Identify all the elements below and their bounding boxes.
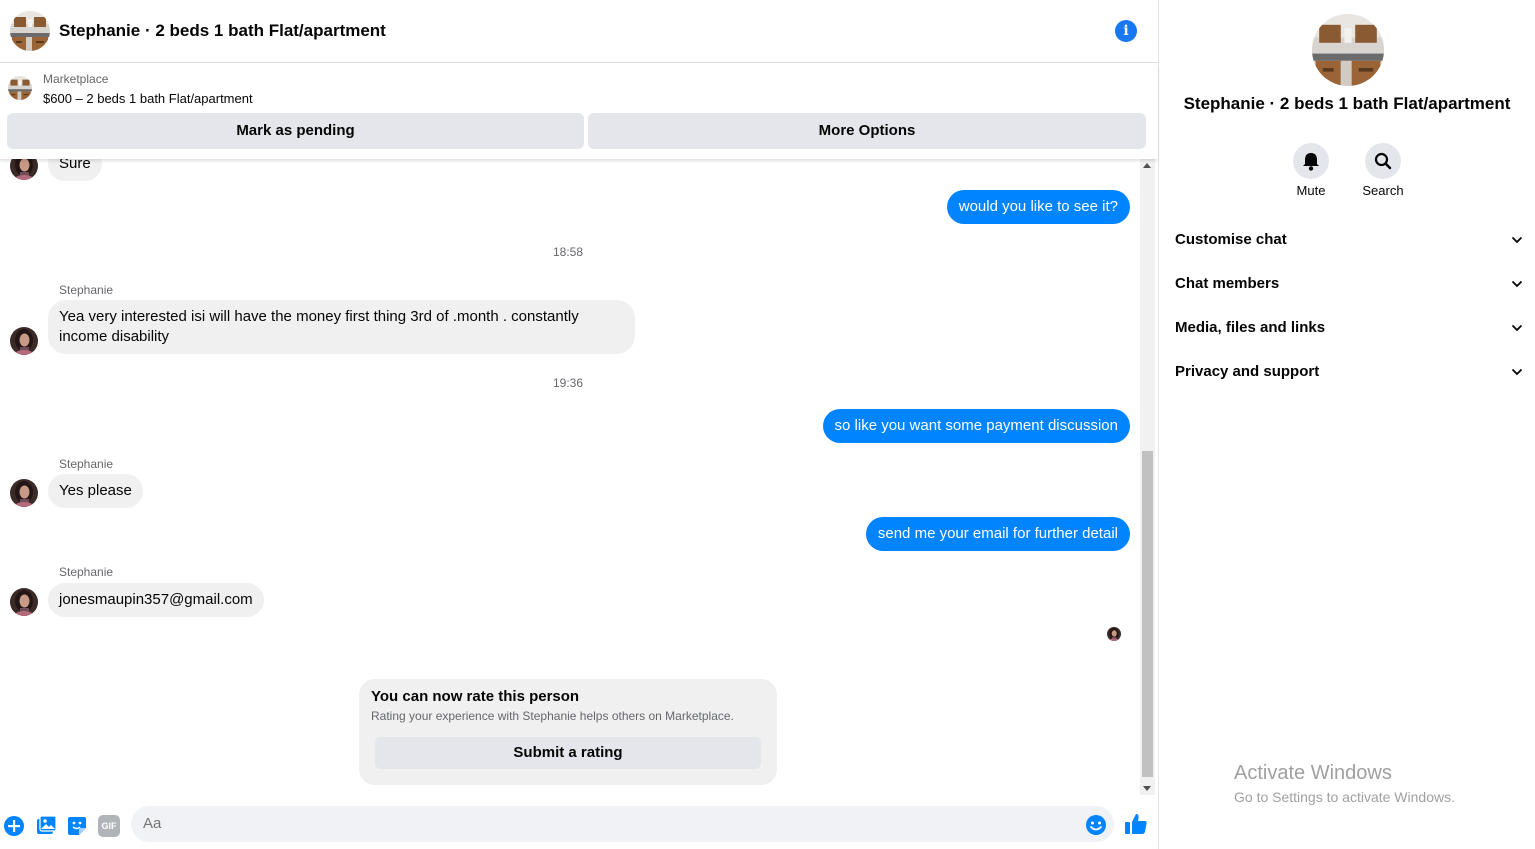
outgoing-message[interactable]: send me your email for further detail xyxy=(865,517,1130,551)
chat-pane: Stephanie · 2 beds 1 bath Flat/apartment… xyxy=(0,0,1159,849)
photo-icon[interactable] xyxy=(35,815,57,837)
listing-thumbnail-image xyxy=(8,76,32,100)
sender-avatar[interactable] xyxy=(10,327,38,355)
listing-thumbnail[interactable] xyxy=(8,76,32,100)
sender-name: Stephanie xyxy=(59,565,114,579)
profile-photo-image xyxy=(10,159,38,180)
outgoing-message[interactable]: would you like to see it? xyxy=(946,190,1130,224)
listing-category: Marketplace xyxy=(43,72,109,86)
panel-avatar[interactable] xyxy=(1312,14,1384,86)
windows-activation-watermark: Activate Windows Go to Settings to activ… xyxy=(1234,762,1455,805)
panel-title: Stephanie · 2 beds 1 bath Flat/apartment xyxy=(1183,94,1511,113)
conversation-avatar[interactable] xyxy=(10,11,50,51)
gif-icon[interactable]: GIF xyxy=(98,815,120,837)
bell-icon xyxy=(1303,153,1319,171)
sender-name: Stephanie xyxy=(59,283,114,297)
rating-card-subtitle: Rating your experience with Stephanie he… xyxy=(371,709,734,723)
profile-photo-image xyxy=(10,479,38,507)
more-options-button[interactable]: More Options xyxy=(588,113,1146,149)
chevron-down-icon xyxy=(1511,368,1523,376)
section-label: Customise chat xyxy=(1175,231,1287,248)
listing-photo-image xyxy=(10,11,50,51)
section-label: Media, files and links xyxy=(1175,319,1326,336)
listing-photo-image xyxy=(1312,14,1384,86)
mute-circle[interactable] xyxy=(1293,143,1329,179)
scroll-up-arrow-icon[interactable] xyxy=(1143,163,1151,168)
conversation-title[interactable]: Stephanie · 2 beds 1 bath Flat/apartment xyxy=(59,21,386,41)
chevron-down-icon xyxy=(1511,280,1523,288)
sender-avatar[interactable] xyxy=(10,588,38,616)
sender-avatar[interactable] xyxy=(10,479,38,507)
section-customise-chat[interactable]: Customise chat xyxy=(1175,218,1525,262)
incoming-message[interactable]: Sure xyxy=(48,159,102,181)
submit-rating-button[interactable]: Submit a rating xyxy=(375,737,761,769)
profile-photo-image xyxy=(10,327,38,355)
section-media-files-links[interactable]: Media, files and links xyxy=(1175,306,1525,350)
section-label: Privacy and support xyxy=(1175,363,1320,380)
message-scrollbar[interactable] xyxy=(1140,159,1155,795)
message-timestamp: 19:36 xyxy=(552,376,584,390)
chevron-down-icon xyxy=(1511,236,1523,244)
search-button[interactable]: Search xyxy=(1355,143,1411,198)
search-circle[interactable] xyxy=(1365,143,1401,179)
chevron-down-icon xyxy=(1511,324,1523,332)
emoji-icon[interactable] xyxy=(1085,814,1107,836)
chat-header: Stephanie · 2 beds 1 bath Flat/apartment… xyxy=(0,0,1158,63)
section-privacy-support[interactable]: Privacy and support xyxy=(1175,350,1525,394)
search-label: Search xyxy=(1362,183,1404,198)
listing-price[interactable]: $600 – 2 beds 1 bath Flat/apartment xyxy=(43,91,253,106)
plus-circle-icon[interactable] xyxy=(3,815,25,837)
message-list: Sure would you like to see it? 18:58 Ste… xyxy=(0,159,1140,795)
info-icon[interactable]: i xyxy=(1115,20,1137,42)
marketplace-listing-bar: Marketplace $600 – 2 beds 1 bath Flat/ap… xyxy=(0,64,1158,159)
mute-button[interactable]: Mute xyxy=(1283,143,1339,198)
section-label: Chat members xyxy=(1175,275,1280,292)
mute-label: Mute xyxy=(1296,183,1326,198)
message-composer: GIF xyxy=(0,795,1158,849)
sticker-icon[interactable] xyxy=(66,815,88,837)
message-input[interactable] xyxy=(131,806,1114,842)
outgoing-message[interactable]: so like you want some payment discussion xyxy=(822,409,1130,443)
watermark-title: Activate Windows xyxy=(1234,762,1392,784)
incoming-message[interactable]: Yes please xyxy=(48,474,143,508)
conversation-info-panel: Stephanie · 2 beds 1 bath Flat/apartment… xyxy=(1159,0,1535,849)
profile-photo-image xyxy=(1107,627,1121,641)
sender-name: Stephanie xyxy=(59,457,114,471)
search-icon xyxy=(1374,152,1392,170)
mark-as-pending-button[interactable]: Mark as pending xyxy=(7,113,584,149)
watermark-subtitle: Go to Settings to activate Windows. xyxy=(1234,789,1455,805)
scrollbar-thumb[interactable] xyxy=(1142,451,1153,777)
profile-photo-image xyxy=(10,588,38,616)
rating-card: You can now rate this person Rating your… xyxy=(359,679,777,785)
incoming-message[interactable]: Yea very interested isi will have the mo… xyxy=(48,300,635,354)
sender-avatar[interactable] xyxy=(10,159,38,180)
section-chat-members[interactable]: Chat members xyxy=(1175,262,1525,306)
thumbs-up-icon[interactable] xyxy=(1124,812,1148,836)
scroll-down-arrow-icon[interactable] xyxy=(1143,786,1151,791)
incoming-message[interactable]: jonesmaupin357@gmail.com xyxy=(48,583,264,617)
message-timestamp: 18:58 xyxy=(552,245,584,259)
rating-card-title: You can now rate this person xyxy=(371,688,580,705)
seen-receipt-avatar xyxy=(1107,627,1121,641)
